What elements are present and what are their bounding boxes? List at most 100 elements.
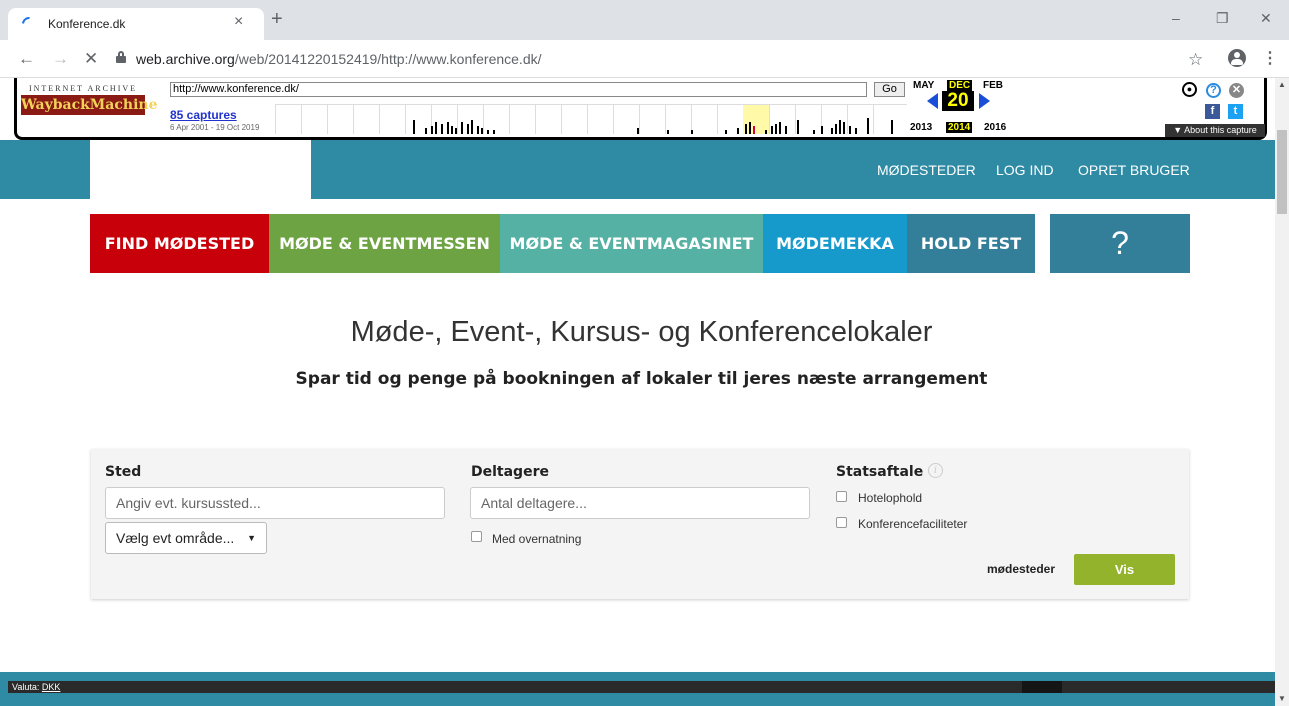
topnav-opret-bruger[interactable]: OPRET BRUGER — [1078, 162, 1190, 178]
prev-capture-arrow-icon[interactable] — [927, 93, 938, 109]
page-title: Møde-, Event-, Kursus- og Konferenceloka… — [350, 316, 933, 348]
area-select[interactable]: Vælg evt område... ▼ — [105, 522, 267, 554]
deltagere-input[interactable]: Antal deltagere... — [470, 487, 810, 519]
histogram-cell[interactable] — [717, 105, 743, 134]
histogram-bar — [725, 130, 727, 134]
histogram-cell[interactable] — [587, 105, 613, 134]
scroll-up-icon[interactable]: ▲ — [1278, 80, 1286, 89]
next-year-link[interactable]: 2016 — [984, 122, 1006, 133]
topnav-modesteder[interactable]: MØDESTEDER — [877, 162, 976, 178]
histogram-cell[interactable] — [327, 105, 353, 134]
bookmark-star-icon[interactable]: ☆ — [1188, 50, 1203, 70]
menu-hold-fest[interactable]: HOLD FEST — [907, 214, 1035, 273]
browser-tab[interactable]: Konference.dk × — [8, 8, 264, 40]
stop-button[interactable]: ✕ — [84, 49, 98, 69]
prev-year-link[interactable]: 2013 — [910, 122, 932, 133]
vis-button[interactable]: Vis — [1074, 554, 1175, 585]
histogram-bar — [843, 122, 845, 134]
histogram-bar — [441, 124, 443, 134]
forward-button[interactable]: → — [52, 49, 69, 69]
sted-label: Sted — [105, 464, 142, 480]
prev-month-link[interactable]: MAY — [913, 80, 934, 91]
topnav-log-ind[interactable]: LOG IND — [996, 162, 1054, 178]
histogram-cell[interactable] — [613, 105, 639, 134]
histogram-cell[interactable] — [509, 105, 535, 134]
omnibox[interactable]: web.archive.org/web/20141220152419/http:… — [110, 45, 1210, 73]
info-icon[interactable]: i — [928, 463, 943, 478]
next-month-link[interactable]: FEB — [983, 80, 1003, 91]
histogram-bar — [813, 130, 815, 134]
vertical-scrollbar[interactable]: ▲ ▼ — [1275, 78, 1289, 706]
histogram-bar — [753, 126, 755, 134]
close-toolbar-icon[interactable]: ✕ — [1229, 83, 1244, 98]
captures-link[interactable]: 85 captures — [170, 108, 237, 122]
tab-close-icon[interactable]: × — [234, 13, 243, 31]
next-capture-arrow-icon[interactable] — [979, 93, 990, 109]
window-close-button[interactable]: ✕ — [1260, 10, 1272, 27]
menu-mode-eventmessen[interactable]: MØDE & EVENTMESSEN — [269, 214, 500, 273]
histogram-bar — [451, 126, 453, 134]
histogram-cell[interactable] — [301, 105, 327, 134]
wayback-url-input[interactable]: http://www.konference.dk/ — [170, 82, 867, 97]
account-icon[interactable] — [1228, 49, 1246, 67]
about-capture-link[interactable]: ▼ About this capture — [1165, 124, 1265, 137]
back-button[interactable]: ← — [18, 49, 35, 69]
restore-button[interactable]: ❐ — [1216, 10, 1229, 27]
overnatning-checkbox[interactable] — [471, 531, 482, 542]
histogram-bar — [831, 128, 833, 134]
histogram-cell[interactable] — [353, 105, 379, 134]
url-text[interactable]: web.archive.org/web/20141220152419/http:… — [136, 51, 542, 67]
histogram-bar — [821, 126, 823, 134]
hotelophold-checkbox[interactable] — [836, 491, 847, 502]
histogram-bar — [455, 128, 457, 134]
loading-spinner-icon — [19, 14, 39, 34]
scrollbar-thumb[interactable] — [1277, 130, 1287, 214]
search-panel: Sted Angiv evt. kursussted... Vælg evt o… — [91, 449, 1189, 599]
hotelophold-label[interactable]: Hotelophold — [858, 491, 922, 505]
menu-help[interactable]: ? — [1050, 214, 1190, 273]
user-icon[interactable]: ● — [1182, 82, 1197, 97]
histogram-cell[interactable] — [379, 105, 405, 134]
histogram-cell[interactable] — [639, 105, 665, 134]
menu-mode-eventmagasinet[interactable]: MØDE & EVENTMAGASINET — [500, 214, 763, 273]
konferencefaciliteter-checkbox[interactable] — [836, 517, 847, 528]
result-count-label: mødesteder — [987, 562, 1056, 576]
histogram-cell[interactable] — [561, 105, 587, 134]
page-subtitle: Spar tid og penge på bookningen af lokal… — [295, 369, 988, 389]
sted-input[interactable]: Angiv evt. kursussted... — [105, 487, 445, 519]
histogram-cell[interactable] — [275, 105, 301, 134]
histogram-bar — [797, 120, 799, 134]
histogram-cell[interactable] — [873, 105, 899, 134]
histogram-bar — [855, 128, 857, 134]
histogram-bar — [835, 124, 837, 134]
new-tab-button[interactable]: + — [271, 9, 283, 29]
menu-modemekka[interactable]: MØDEMEKKA — [763, 214, 907, 273]
menu-find-modested[interactable]: FIND MØDESTED — [90, 214, 269, 273]
histogram-bar — [891, 120, 893, 134]
site-logo-area[interactable] — [90, 140, 311, 199]
histogram-cell[interactable] — [691, 105, 717, 134]
wayback-logo[interactable]: INTERNET ARCHIVE WaybackMachine — [21, 84, 157, 124]
histogram-bar — [471, 120, 473, 134]
wayback-go-button[interactable]: Go — [874, 82, 905, 97]
overnatning-label[interactable]: Med overnatning — [492, 532, 581, 546]
histogram-bar — [667, 130, 669, 134]
capture-histogram[interactable] — [275, 104, 907, 134]
help-icon[interactable]: ? — [1206, 83, 1221, 98]
histogram-bar — [745, 124, 747, 134]
histogram-cell[interactable] — [405, 105, 431, 134]
twitter-icon[interactable]: t — [1228, 104, 1243, 119]
histogram-bar — [637, 128, 639, 134]
tab-title: Konference.dk — [48, 17, 126, 31]
histogram-bar — [481, 128, 483, 134]
currency-selector[interactable]: Valuta: DKK — [12, 681, 60, 693]
minimize-button[interactable]: – — [1172, 10, 1180, 26]
konferencefaciliteter-label[interactable]: Konferencefaciliteter — [858, 517, 967, 531]
histogram-bar — [435, 122, 437, 134]
facebook-icon[interactable]: f — [1205, 104, 1220, 119]
current-year: 2014 — [946, 122, 973, 133]
histogram-cell[interactable] — [535, 105, 561, 134]
scroll-down-icon[interactable]: ▼ — [1278, 694, 1286, 703]
menu-kebab-icon[interactable]: ⋮ — [1262, 48, 1278, 68]
histogram-bar — [737, 128, 739, 134]
